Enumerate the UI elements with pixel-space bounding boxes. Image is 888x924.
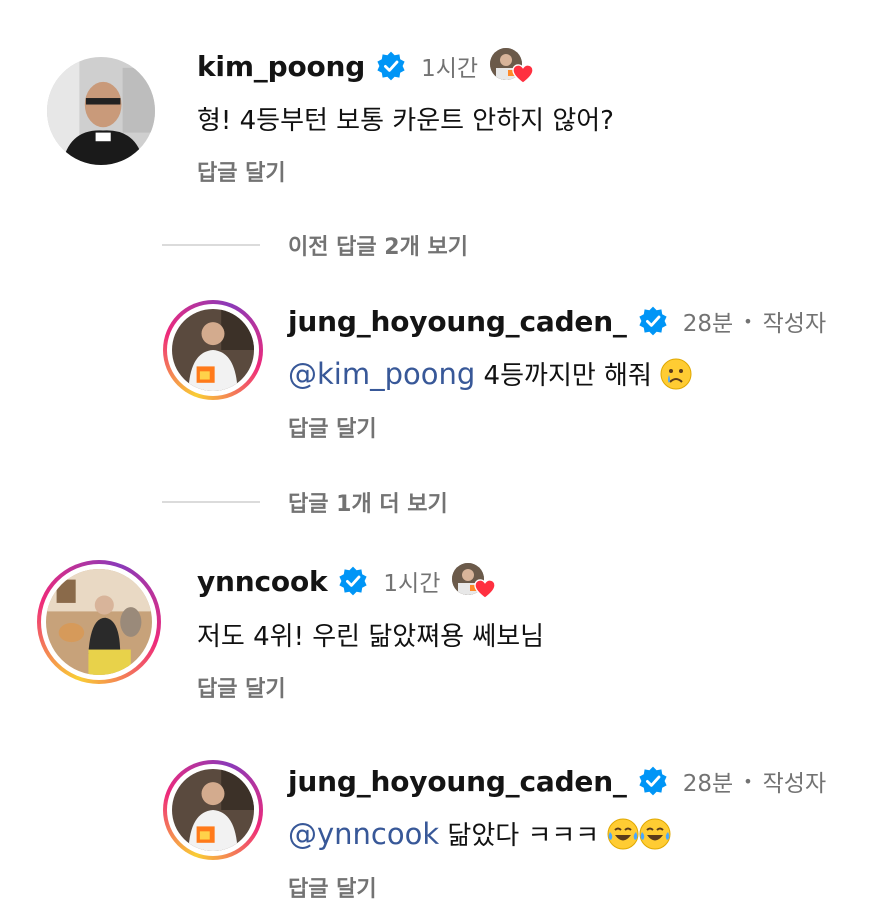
heart-icon: [474, 579, 497, 599]
comment-text: 형! 4등부턴 보통 카운트 안하지 않어?: [197, 106, 614, 136]
verified-badge-icon: [339, 566, 368, 596]
divider: [162, 501, 260, 503]
avatar-story-ring[interactable]: [163, 760, 263, 860]
verified-badge-icon: [377, 51, 405, 81]
author-badge: 작성자: [762, 311, 827, 337]
comment-text: 저도 4위! 우린 닮았쪄용 쎄보님: [197, 622, 545, 652]
timestamp: 1시간: [383, 571, 441, 597]
view-previous-replies[interactable]: 이전 답글 2개 보기: [162, 229, 468, 261]
verified-badge-icon: [639, 766, 667, 796]
username[interactable]: kim_poong: [197, 50, 365, 83]
mention-link[interactable]: @ynncook: [288, 817, 439, 851]
liked-by-author: [490, 48, 534, 84]
timestamp: 1시간: [421, 56, 479, 82]
avatar-image: [47, 57, 155, 165]
view-more-replies[interactable]: 답글 1개 더 보기: [162, 486, 448, 518]
reply-text: @kim_poong 4등까지만 해줘: [288, 355, 692, 392]
liked-by-author: [452, 563, 497, 599]
reply-body: 4등까지만 해줘: [475, 361, 652, 391]
crying-face-icon: [660, 358, 692, 390]
reply-button[interactable]: 답글 달기: [288, 411, 377, 443]
mention-link[interactable]: @kim_poong: [288, 357, 475, 391]
reply-button[interactable]: 답글 달기: [197, 671, 286, 703]
verified-badge-icon: [639, 306, 667, 336]
view-more-replies-label[interactable]: 답글 1개 더 보기: [288, 486, 448, 518]
timestamp: 28분: [682, 311, 734, 337]
avatar-image: [172, 769, 254, 851]
separator-dot: •: [743, 311, 753, 331]
author-badge: 작성자: [762, 771, 827, 797]
timestamp: 28분: [682, 771, 734, 797]
username[interactable]: ynncook: [197, 565, 328, 598]
separator-dot: •: [743, 771, 753, 791]
username[interactable]: jung_hoyoung_caden_: [288, 305, 627, 338]
avatar[interactable]: [47, 57, 155, 165]
view-previous-replies-label[interactable]: 이전 답글 2개 보기: [288, 229, 468, 261]
reply-body: 닮았다 ㅋㅋㅋ: [439, 821, 608, 851]
tears-of-joy-icon: [639, 818, 671, 850]
reply-text: @ynncook 닮았다 ㅋㅋㅋ: [288, 815, 671, 852]
heart-icon: [512, 64, 534, 84]
avatar-image: [172, 309, 254, 391]
divider: [162, 244, 260, 246]
tears-of-joy-icon: [607, 818, 639, 850]
reply-button[interactable]: 답글 달기: [288, 871, 377, 903]
avatar-story-ring[interactable]: [37, 560, 161, 684]
avatar-image: [46, 569, 152, 675]
username[interactable]: jung_hoyoung_caden_: [288, 765, 627, 798]
avatar-story-ring[interactable]: [163, 300, 263, 400]
reply-button[interactable]: 답글 달기: [197, 155, 286, 187]
